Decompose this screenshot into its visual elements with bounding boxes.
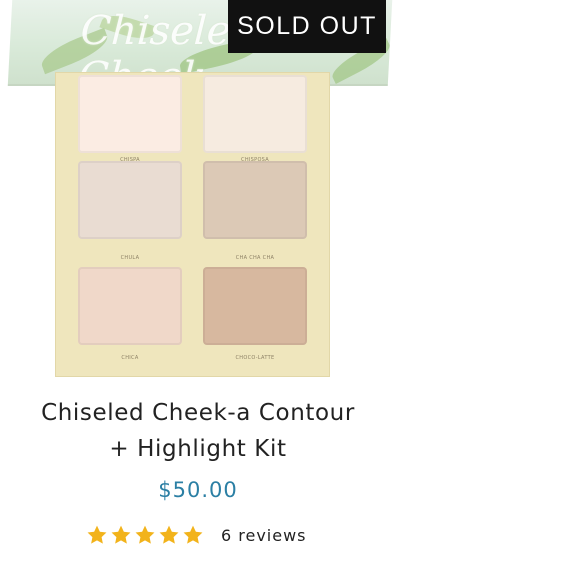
star-icon (110, 524, 132, 546)
star-rating (86, 524, 206, 546)
shade-label: CHOCO-LATTE (235, 355, 275, 361)
rating-row[interactable]: 6 reviews (86, 521, 307, 549)
star-icon (134, 524, 156, 546)
shade-label: CHICA (121, 355, 139, 361)
product-title-line-1[interactable]: Chiseled Cheek-a Contour (0, 395, 396, 431)
product-image[interactable]: Chiseled Cheek CHISPA CHISPOSA CHULA CHA… (0, 0, 400, 395)
review-count[interactable]: 6 reviews (221, 526, 307, 545)
product-title[interactable]: Chiseled Cheek-a Contour + Highlight Kit (0, 395, 396, 467)
star-icon (86, 524, 108, 546)
product-title-line-2[interactable]: + Highlight Kit (0, 431, 396, 467)
palette-body: CHISPA CHISPOSA CHULA CHA CHA CHA CHICA … (55, 72, 330, 377)
shade-pan-chica (78, 267, 182, 345)
shade-label: CHA CHA CHA (235, 255, 275, 261)
star-icon (158, 524, 180, 546)
sold-out-badge: SOLD OUT (228, 0, 386, 53)
shade-pan-cha-cha-cha (203, 161, 307, 239)
shade-pan-chula (78, 161, 182, 239)
star-icon (182, 524, 204, 546)
shade-pan-choco-latte (203, 267, 307, 345)
shade-pan-chisposa (203, 75, 307, 153)
product-price: $50.00 (158, 478, 238, 502)
shade-pan-chispa (78, 75, 182, 153)
shade-label: CHULA (120, 255, 140, 261)
